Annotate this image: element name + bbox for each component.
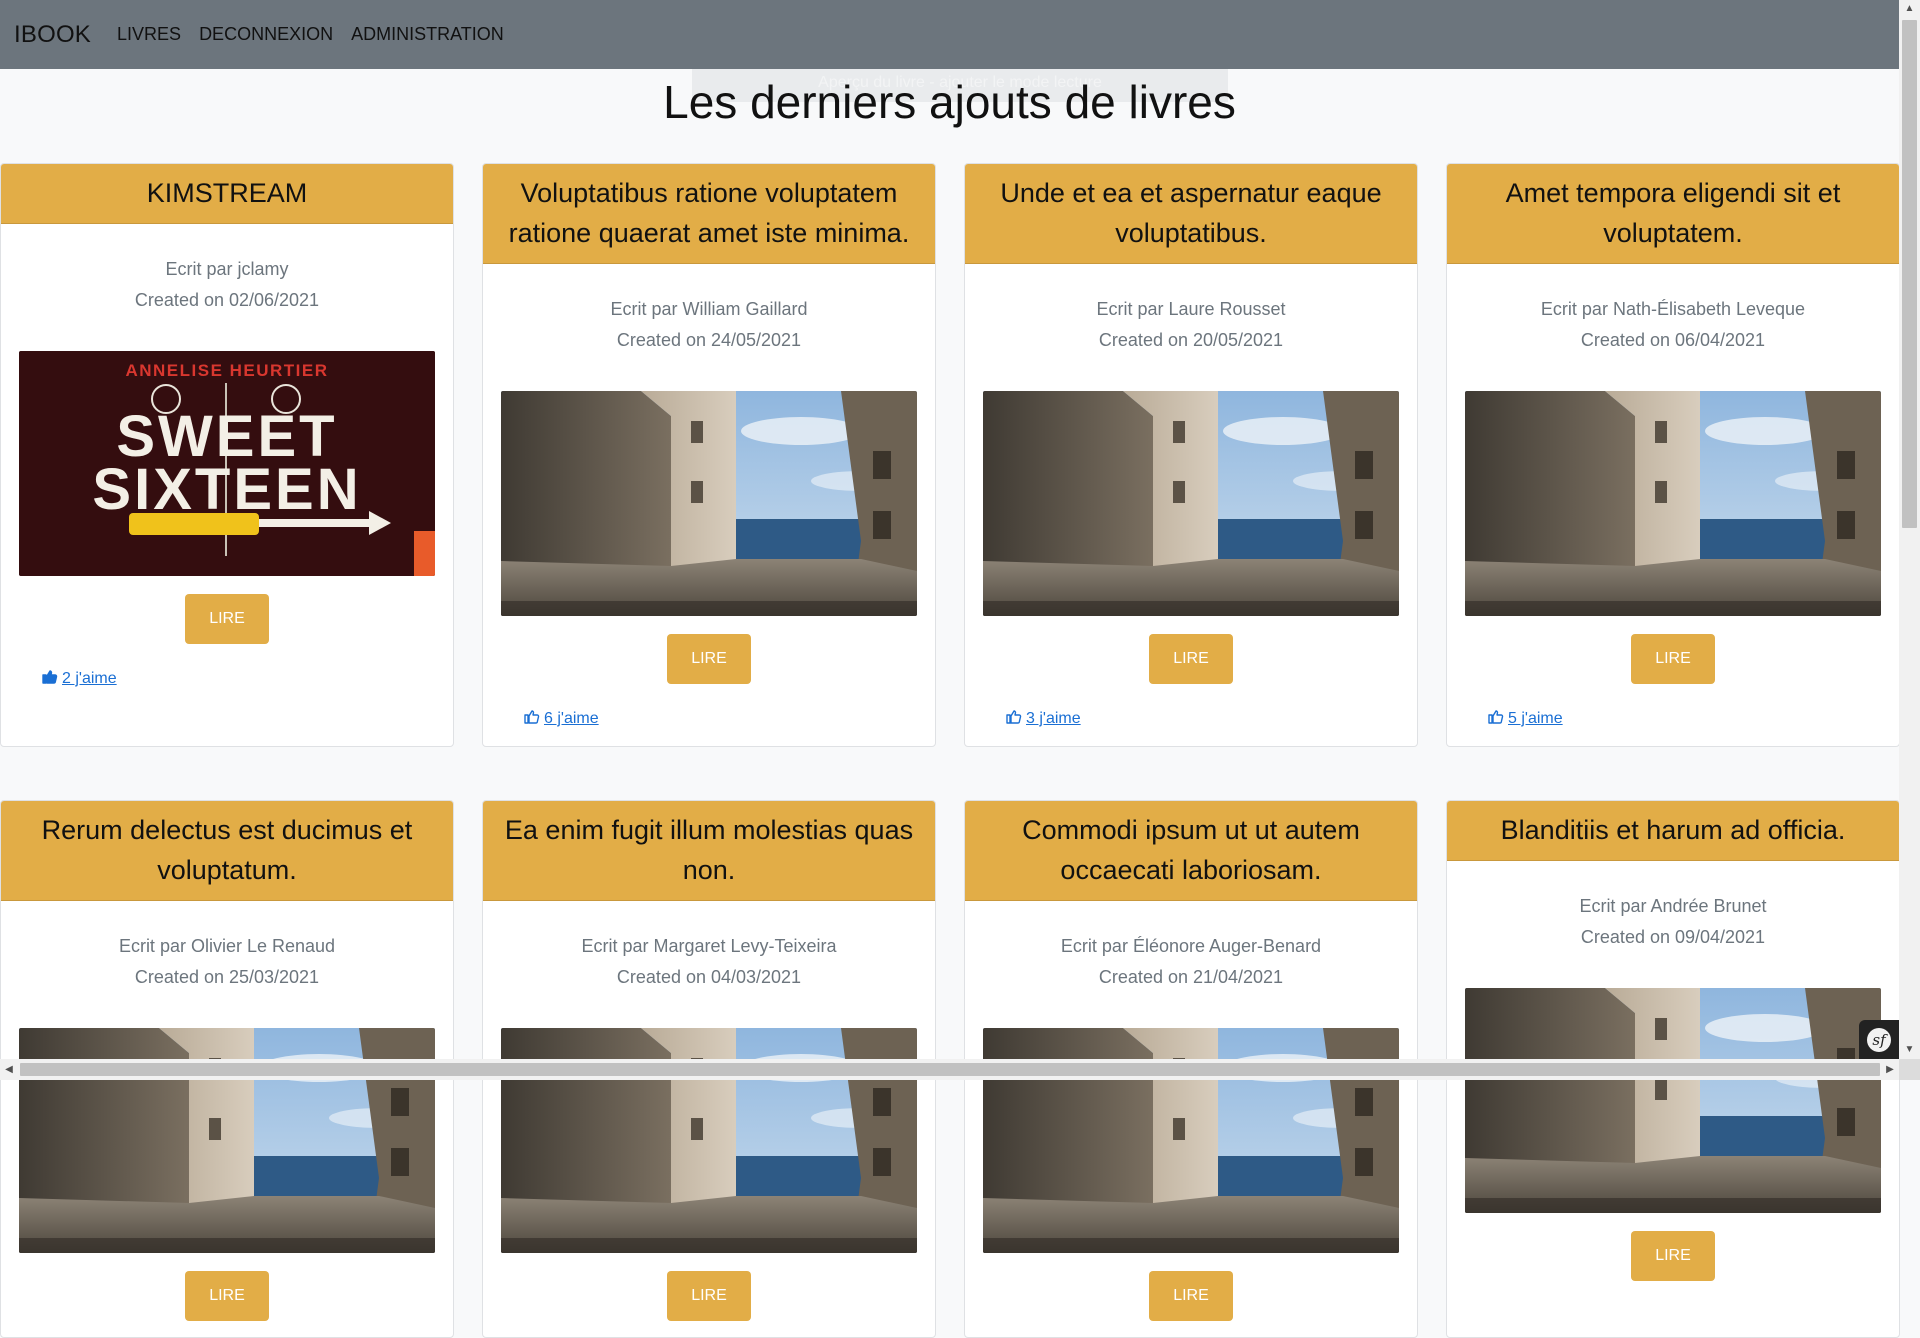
read-button[interactable]: LIRE: [185, 1271, 269, 1321]
book-created-date: Created on 04/03/2021: [616, 967, 802, 987]
book-created-date: Created on 20/05/2021: [1098, 330, 1284, 350]
read-button[interactable]: LIRE: [1149, 1271, 1233, 1321]
book-card: Unde et ea et aspernatur eaque voluptati…: [964, 163, 1418, 747]
book-card-body: Ecrit par Olivier Le Renaud Created on 2…: [1, 901, 453, 1337]
book-author: Ecrit par Andrée Brunet: [1579, 896, 1767, 916]
thumbs-up-icon[interactable]: [1487, 708, 1504, 730]
book-created-date: Created on 21/04/2021: [1098, 967, 1284, 987]
read-button[interactable]: LIRE: [1631, 1231, 1715, 1281]
thumbs-up-icon[interactable]: [1005, 708, 1022, 730]
brand-link[interactable]: IBOOK: [14, 21, 91, 49]
book-created-date: Created on 24/05/2021: [616, 330, 802, 350]
like-link[interactable]: 6 j'aime: [523, 708, 917, 730]
book-cover-image[interactable]: ANNELISE HEURTIER SWEET SIXTEEN: [19, 351, 435, 576]
like-count[interactable]: 3 j'aime: [1026, 710, 1081, 728]
thumbs-up-icon[interactable]: [523, 708, 540, 730]
scroll-left-arrow-icon[interactable]: ◀: [0, 1059, 18, 1080]
read-button[interactable]: LIRE: [667, 1271, 751, 1321]
cover-title-line2: SIXTEEN: [92, 457, 361, 522]
nav-link-administration[interactable]: ADMINISTRATION: [351, 24, 504, 45]
book-cover-image[interactable]: [1465, 391, 1881, 616]
nav-link-livres[interactable]: LIVRES: [117, 24, 181, 45]
book-title[interactable]: Voluptatibus ratione voluptatem ratione …: [483, 164, 935, 264]
book-card-body: Ecrit par Laure Rousset Created on 20/05…: [965, 264, 1417, 746]
thumbs-up-filled-icon[interactable]: [41, 668, 58, 690]
book-cover-image[interactable]: [983, 391, 1399, 616]
book-title[interactable]: Rerum delectus est ducimus et voluptatum…: [1, 801, 453, 901]
book-title[interactable]: Amet tempora eligendi sit et voluptatem.: [1447, 164, 1899, 264]
book-author: Ecrit par Éléonore Auger-Benard: [1060, 936, 1322, 956]
book-author: Ecrit par Nath-Élisabeth Leveque: [1540, 299, 1806, 319]
nav-link-deconnexion[interactable]: DECONNEXION: [199, 24, 333, 45]
book-cover-image[interactable]: [501, 391, 917, 616]
read-button[interactable]: LIRE: [1631, 634, 1715, 684]
scroll-down-arrow-icon[interactable]: ▼: [1899, 1041, 1920, 1059]
book-card-body: Ecrit par Nath-Élisabeth Leveque Created…: [1447, 264, 1899, 746]
book-created-date: Created on 25/03/2021: [134, 967, 320, 987]
vertical-scroll-thumb[interactable]: [1902, 20, 1917, 528]
book-card-body: Ecrit par William Gaillard Created on 24…: [483, 264, 935, 746]
top-navbar: IBOOK LIVRES DECONNEXION ADMINISTRATION: [0, 0, 1899, 69]
book-author: Ecrit par jclamy: [165, 259, 289, 279]
like-count[interactable]: 6 j'aime: [544, 710, 599, 728]
cover-author-text: ANNELISE HEURTIER: [125, 361, 328, 380]
book-title[interactable]: Ea enim fugit illum molestias quas non.: [483, 801, 935, 901]
book-grid: KIMSTREAM Ecrit par jclamy Created on 02…: [0, 163, 1900, 1338]
vertical-scrollbar[interactable]: ▲ ▼: [1899, 0, 1920, 1059]
book-card-body: Ecrit par jclamy Created on 02/06/2021 A…: [1, 224, 453, 706]
book-cover-image[interactable]: [1465, 988, 1881, 1213]
read-button[interactable]: LIRE: [1149, 634, 1233, 684]
book-author: Ecrit par Margaret Levy-Teixeira: [581, 936, 837, 956]
book-title[interactable]: Unde et ea et aspernatur eaque voluptati…: [965, 164, 1417, 264]
like-count[interactable]: 2 j'aime: [62, 670, 117, 688]
like-count[interactable]: 5 j'aime: [1508, 710, 1563, 728]
book-card: Voluptatibus ratione voluptatem ratione …: [482, 163, 936, 747]
page-title: Les derniers ajouts de livres: [663, 76, 1236, 128]
like-link[interactable]: 3 j'aime: [1005, 708, 1399, 730]
book-author: Ecrit par William Gaillard: [610, 299, 808, 319]
horizontal-scrollbar[interactable]: ◀ ▶: [0, 1059, 1899, 1080]
book-created-date: Created on 02/06/2021: [134, 290, 320, 310]
book-card-body: Ecrit par Margaret Levy-Teixeira Created…: [483, 901, 935, 1337]
symfony-toolbar-icon[interactable]: sf: [1859, 1020, 1899, 1059]
book-card: KIMSTREAM Ecrit par jclamy Created on 02…: [0, 163, 454, 747]
book-created-date: Created on 06/04/2021: [1580, 330, 1766, 350]
like-link[interactable]: 5 j'aime: [1487, 708, 1881, 730]
read-button[interactable]: LIRE: [667, 634, 751, 684]
book-created-date: Created on 09/04/2021: [1580, 927, 1766, 947]
scroll-up-arrow-icon[interactable]: ▲: [1899, 0, 1920, 18]
horizontal-scroll-thumb[interactable]: [20, 1063, 1880, 1076]
book-title[interactable]: KIMSTREAM: [1, 164, 453, 224]
scroll-right-arrow-icon[interactable]: ▶: [1881, 1059, 1899, 1080]
read-button[interactable]: LIRE: [185, 594, 269, 644]
book-author: Ecrit par Laure Rousset: [1096, 299, 1286, 319]
book-title[interactable]: Commodi ipsum ut ut autem occaecati labo…: [965, 801, 1417, 901]
scrollbar-corner: [1899, 1059, 1920, 1080]
book-card: Amet tempora eligendi sit et voluptatem.…: [1446, 163, 1900, 747]
book-title[interactable]: Blanditiis et harum ad officia.: [1447, 801, 1899, 861]
like-link[interactable]: 2 j'aime: [41, 668, 435, 690]
book-card-body: Ecrit par Éléonore Auger-Benard Created …: [965, 901, 1417, 1337]
book-author: Ecrit par Olivier Le Renaud: [118, 936, 336, 956]
